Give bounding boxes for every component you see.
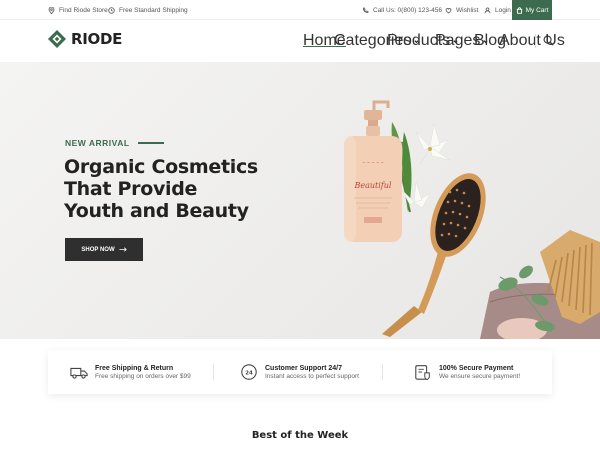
feature-divider	[382, 364, 383, 380]
shopping-bag-icon	[516, 6, 522, 14]
feature-title: Customer Support 24/7	[265, 364, 343, 372]
hero-title-line-3: Youth and Beauty	[64, 200, 249, 222]
hero-title-line-1: Organic Cosmetics	[64, 156, 258, 178]
nav-divider	[535, 34, 536, 48]
truck-icon	[70, 367, 88, 379]
feature-customer-support: 24 Customer Support 24/7 Instant access …	[240, 350, 359, 394]
hero-banner: NEW ARRIVAL Organic Cosmetics That Provi…	[0, 62, 600, 339]
hero-tag-label: NEW ARRIVAL	[65, 138, 130, 148]
nav-about-us[interactable]: About Us	[499, 20, 565, 62]
call-us-label: Call Us: 0(800) 123-456	[373, 6, 443, 14]
heart-icon	[445, 7, 452, 14]
my-cart-label: My Cart	[525, 6, 549, 14]
shop-now-label: SHOP NOW	[81, 246, 115, 253]
hero-tag: NEW ARRIVAL	[65, 138, 164, 148]
location-pin-icon	[48, 6, 55, 14]
top-bar: Find Riode Store Free Standard Shipping …	[0, 0, 600, 20]
hero-product-image: ~ ~ ~ ~ ~ Beautiful	[344, 100, 600, 339]
feature-text: 100% Secure Payment We ensure secure pay…	[439, 365, 520, 380]
call-us-link[interactable]: Call Us: 0(800) 123-456	[362, 0, 442, 20]
feature-subtitle: We ensure secure payment!	[439, 372, 521, 380]
svg-text:~ ~ ~ ~ ~: ~ ~ ~ ~ ~	[362, 160, 384, 165]
feature-free-shipping: Free Shipping & Return Free shipping on …	[70, 350, 191, 394]
secure-payment-icon	[415, 365, 430, 381]
login-label: Login	[495, 6, 511, 14]
section-title: Best of the Week	[251, 430, 349, 441]
hero-tag-line	[137, 142, 164, 144]
wishlist-link[interactable]: Wishlist	[445, 0, 478, 20]
arrow-right-icon	[119, 247, 127, 252]
hero-title-line-2: That Provide	[64, 178, 198, 200]
logo-diamond-icon	[48, 30, 66, 48]
search-icon[interactable]	[543, 35, 554, 46]
clock-icon	[108, 6, 115, 14]
hero-title: Organic Cosmetics That Provide Youth and…	[64, 156, 274, 222]
wishlist-label: Wishlist	[456, 6, 479, 14]
login-link[interactable]: Login	[484, 0, 511, 20]
site-logo[interactable]: RIODE	[48, 30, 122, 48]
feature-subtitle: Free shipping on orders over $99	[95, 372, 191, 380]
find-store-label: Find Riode Store	[59, 6, 108, 14]
free-shipping-info: Free Standard Shipping	[108, 0, 188, 20]
my-cart-button[interactable]: My Cart	[512, 0, 552, 20]
features-bar: Free Shipping & Return Free shipping on …	[48, 350, 552, 394]
find-store-link[interactable]: Find Riode Store	[48, 0, 108, 20]
bottle-script-text: Beautiful	[354, 181, 392, 190]
feature-title: 100% Secure Payment	[439, 364, 514, 372]
feature-text: Free Shipping & Return Free shipping on …	[95, 365, 191, 380]
user-icon	[484, 6, 491, 13]
feature-subtitle: Instant access to perfect support	[265, 372, 359, 380]
logo-text: RIODE	[71, 30, 123, 48]
support-24-icon: 24	[241, 364, 257, 380]
free-shipping-label: Free Standard Shipping	[119, 6, 188, 14]
feature-title: Free Shipping & Return	[95, 364, 174, 372]
shop-now-button[interactable]: SHOP NOW	[65, 238, 143, 261]
feature-text: Customer Support 24/7 Instant access to …	[265, 365, 359, 380]
feature-divider	[213, 364, 214, 380]
feature-secure-payment: 100% Secure Payment We ensure secure pay…	[414, 350, 520, 394]
cosmetic-bottle: ~ ~ ~ ~ ~ Beautiful	[344, 100, 402, 242]
phone-icon	[362, 7, 369, 13]
main-header: RIODE Home Categories Products Pages Blo…	[0, 20, 600, 62]
svg-text:24: 24	[245, 370, 253, 376]
nav-about-us-label: About Us	[499, 32, 565, 49]
